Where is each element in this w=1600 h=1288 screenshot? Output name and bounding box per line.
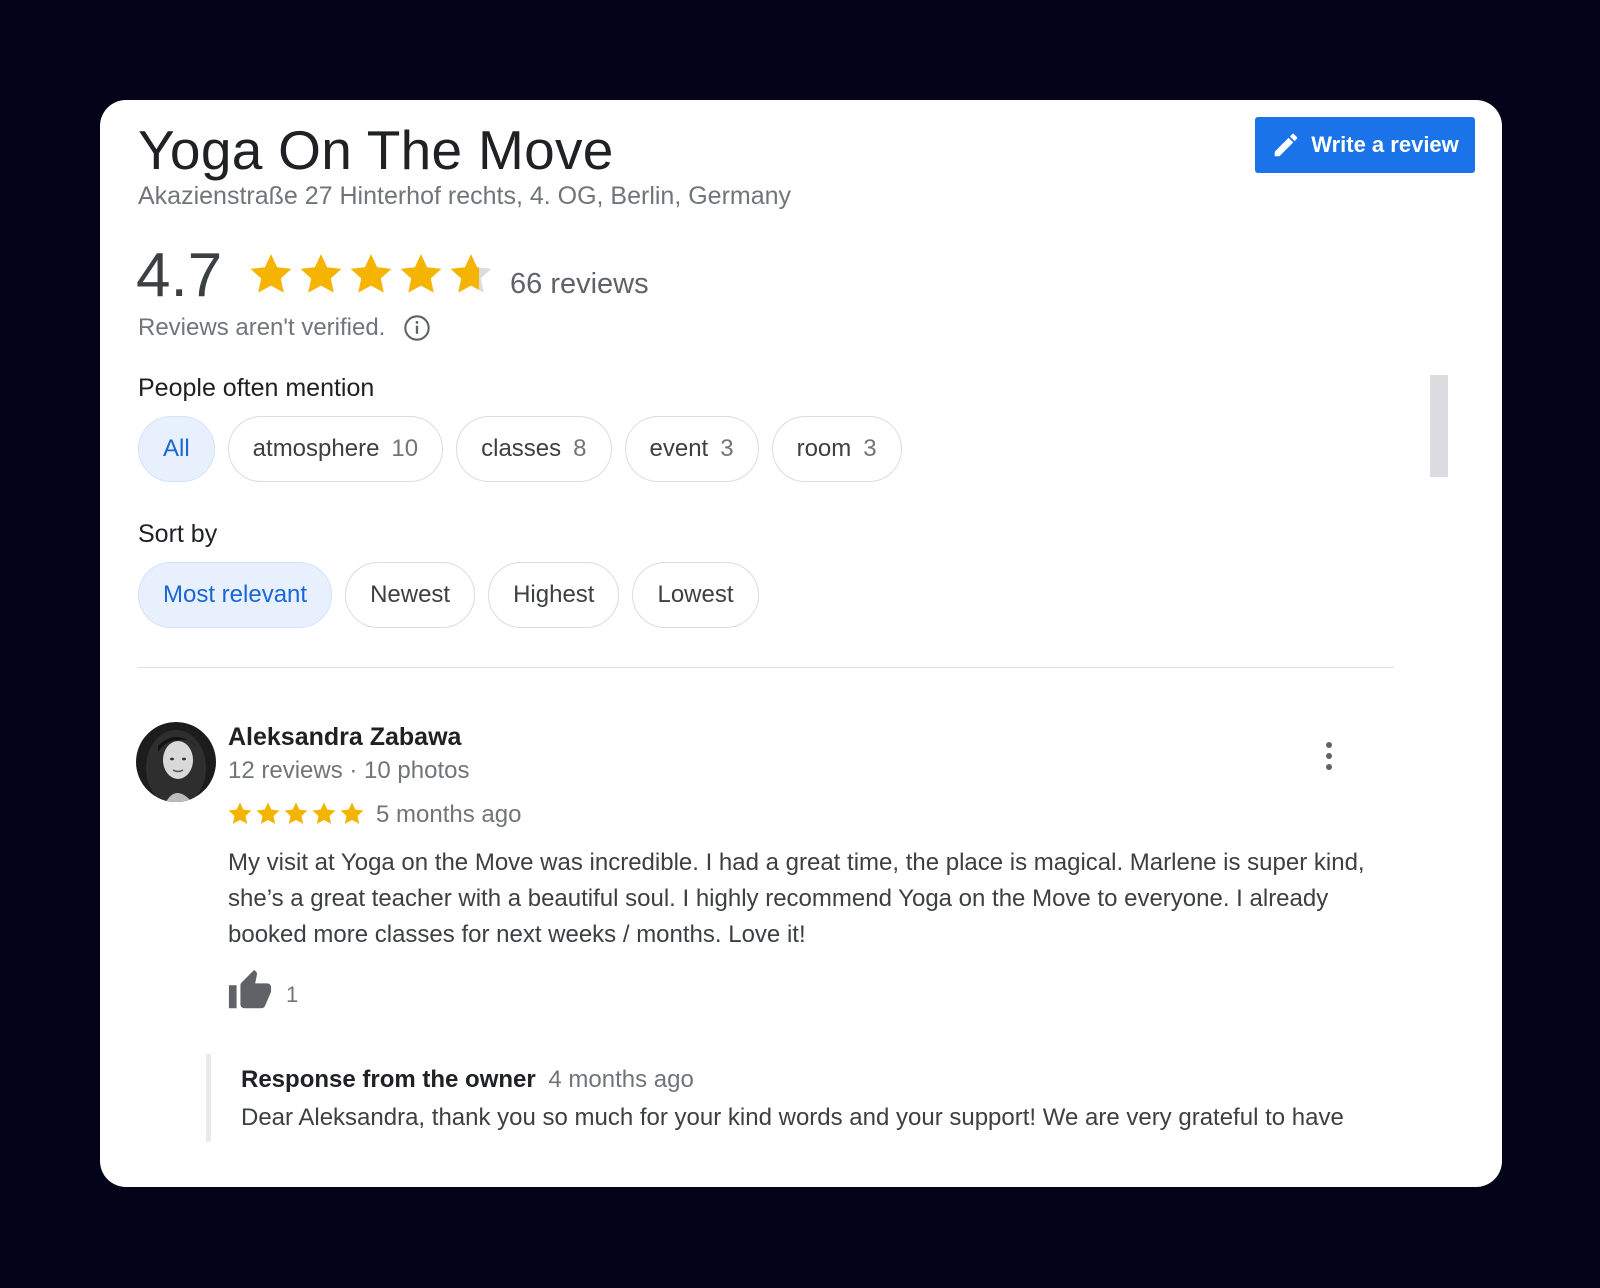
review-star-icon <box>284 802 308 824</box>
review-stars <box>226 800 366 828</box>
more-options-icon[interactable] <box>1318 736 1340 776</box>
mention-chip-atmosphere[interactable]: atmosphere 10 <box>227 416 444 482</box>
divider <box>138 667 1394 668</box>
write-review-label: Write a review <box>1311 132 1459 157</box>
rating-star-icon <box>250 254 292 293</box>
chip-count: 3 <box>863 435 877 462</box>
reviews-panel: Yoga On The Move Akazienstraße 27 Hinter… <box>100 100 1502 1187</box>
mention-chips: All atmosphere 10 classes 8 event 3 room 3 <box>138 416 915 482</box>
like-count: 1 <box>286 982 299 1007</box>
mention-chip-event[interactable]: event 3 <box>624 416 759 482</box>
mention-chip-all[interactable]: All <box>138 416 215 482</box>
review-text: My visit at Yoga on the Move was incredi… <box>228 849 1365 948</box>
pencil-icon <box>1271 130 1301 160</box>
unverified-notice: Reviews aren't verified. <box>138 314 431 342</box>
rating-star-icon <box>450 254 492 293</box>
rating-stars <box>246 250 496 300</box>
review-star-icon <box>256 802 280 824</box>
response-label: Response from the owner <box>241 1066 536 1093</box>
rating-value: 4.7 <box>136 241 223 310</box>
chip-label: event <box>649 435 709 462</box>
review-star-icon <box>228 802 252 824</box>
owner-response: Response from the owner 4 months ago Dea… <box>206 1054 1471 1142</box>
chip-count: 8 <box>573 435 587 462</box>
scrollbar[interactable] <box>1430 375 1448 477</box>
sort-chip-highest[interactable]: Highest <box>488 562 620 628</box>
sort-chip-most-relevant[interactable]: Most relevant <box>138 562 333 628</box>
mentions-label: People often mention <box>138 374 375 402</box>
place-address: Akazienstraße 27 Hinterhof rechts, 4. OG… <box>138 182 792 210</box>
unverified-text: Reviews aren't verified. <box>138 314 386 341</box>
review-star-icon <box>340 802 364 824</box>
chip-count: 10 <box>391 435 419 462</box>
chip-label: room <box>796 435 852 462</box>
review-star-icon <box>312 802 336 824</box>
place-title: Yoga On The Move <box>138 119 614 181</box>
write-review-button[interactable]: Write a review <box>1255 117 1475 173</box>
response-time: 4 months ago <box>548 1066 694 1093</box>
sort-label: Sort by <box>138 520 218 548</box>
chip-label: atmosphere <box>252 435 380 462</box>
review-time: 5 months ago <box>376 801 522 828</box>
info-icon[interactable] <box>403 314 431 342</box>
sort-chips: Most relevant Newest Highest Lowest <box>138 562 772 628</box>
reviewer-meta: 12 reviews · 10 photos <box>228 757 470 784</box>
sort-chip-newest[interactable]: Newest <box>345 562 476 628</box>
response-header: Response from the owner 4 months ago <box>241 1066 694 1094</box>
review-count[interactable]: 66 reviews <box>510 268 649 301</box>
mention-chip-room[interactable]: room 3 <box>771 416 902 482</box>
reviewer-name[interactable]: Aleksandra Zabawa <box>228 723 461 752</box>
avatar[interactable] <box>136 722 216 802</box>
rating-star-icon <box>350 254 392 293</box>
rating-star-icon <box>400 254 442 293</box>
rating-star-icon <box>300 254 342 293</box>
chip-label: classes <box>481 435 562 462</box>
thumbs-up-icon[interactable] <box>226 968 274 1014</box>
mention-chip-classes[interactable]: classes 8 <box>456 416 612 482</box>
chip-label: All <box>163 435 190 462</box>
response-text: Dear Aleksandra, thank you so much for y… <box>241 1104 1344 1131</box>
sort-chip-lowest[interactable]: Lowest <box>632 562 759 628</box>
chip-count: 3 <box>720 435 734 462</box>
